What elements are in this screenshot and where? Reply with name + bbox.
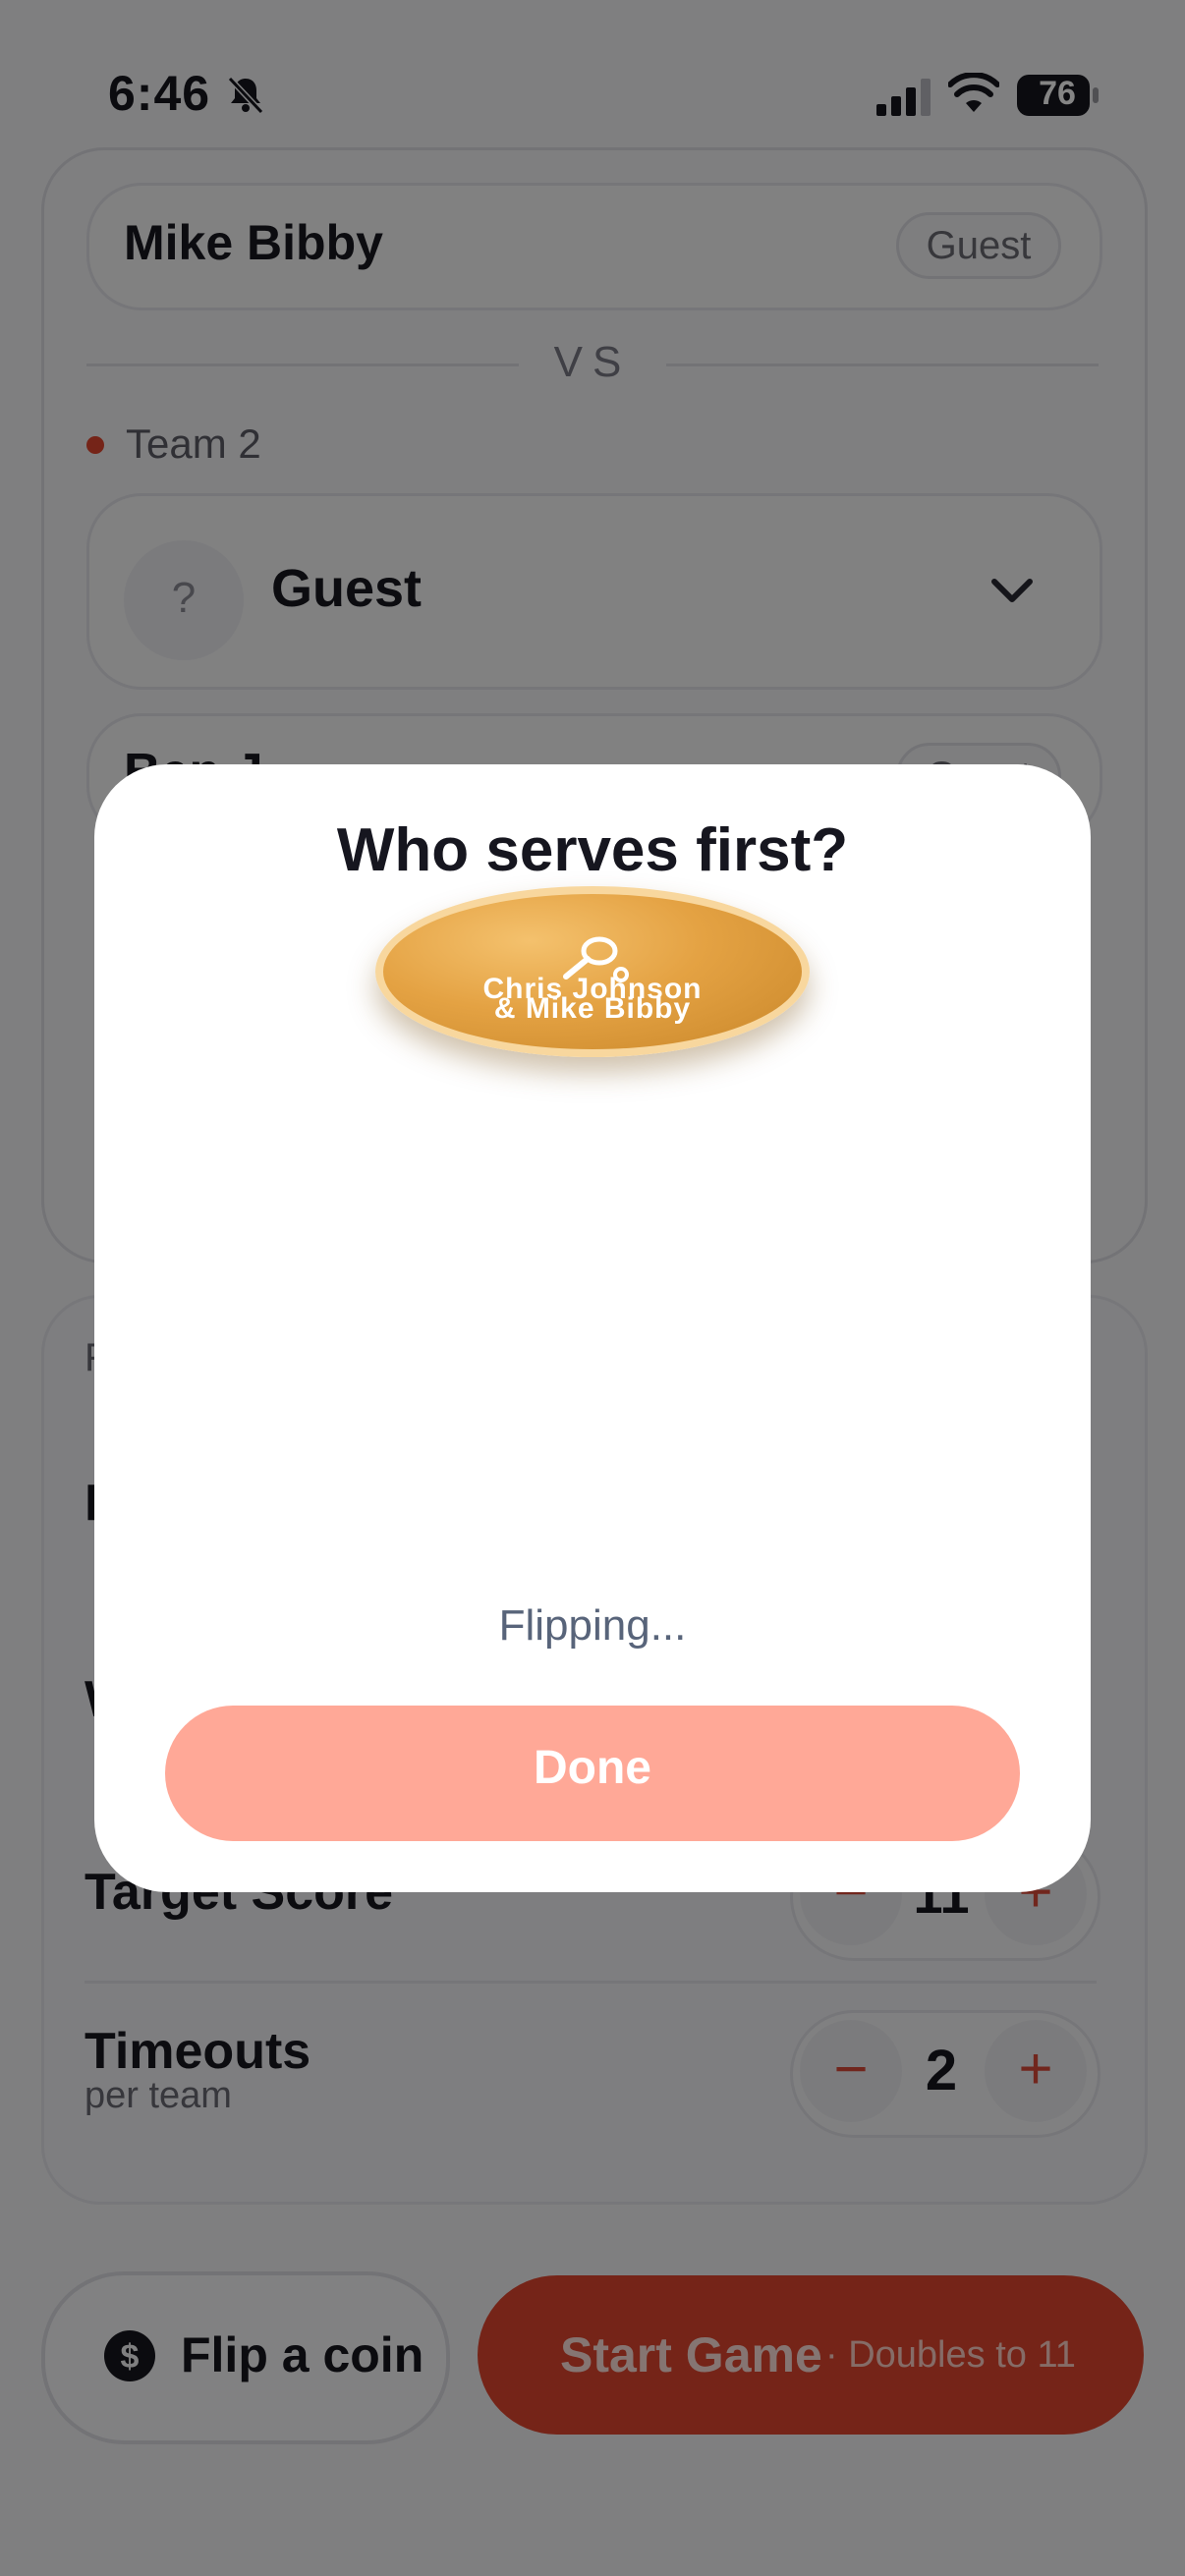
flip-status: Flipping... [498, 1601, 687, 1650]
coin-team-line2: & Mike Bibby [493, 992, 692, 1025]
done-button-label: Done [534, 1742, 651, 1794]
modal-title: Who serves first? [336, 816, 849, 884]
